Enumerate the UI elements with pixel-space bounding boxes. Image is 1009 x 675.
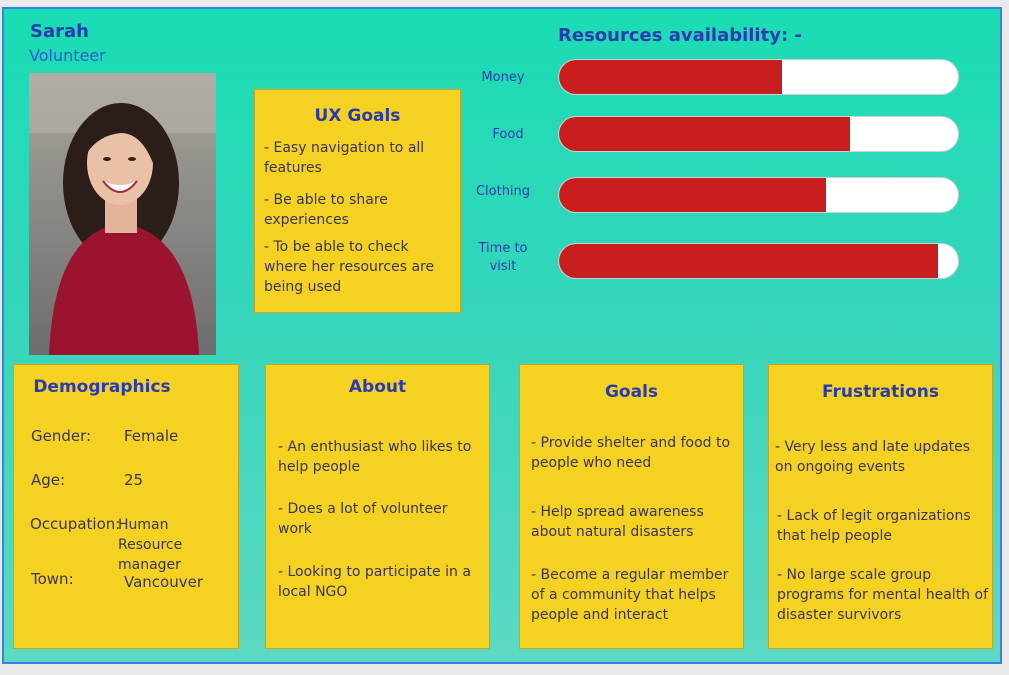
ux-goal-item: - Easy navigation to all features (264, 140, 425, 176)
resource-label-clothing: Clothing (475, 184, 531, 199)
frustrations-card: Frustrations - Very less and late update… (768, 364, 993, 649)
goals-card: Goals - Provide shelter and food to peop… (519, 364, 744, 649)
ux-goals-title: UX Goals (314, 106, 401, 126)
portrait-image (29, 73, 216, 355)
persona-board: Sarah Volunteer UX Goals - Easy navigati… (2, 7, 1002, 664)
resource-fill (559, 117, 851, 151)
frustration-item: - Very less and late updates on ongoing … (775, 439, 971, 475)
resource-bar-money (558, 59, 959, 95)
goals-title: Goals (604, 382, 659, 402)
frustration-item: - No large scale group programs for ment… (777, 567, 988, 623)
demo-key-gender: Gender: (31, 427, 92, 445)
resource-fill (559, 244, 939, 278)
demo-value-town: Vancouver (124, 573, 203, 591)
about-item: - Does a lot of volunteer work (278, 501, 448, 537)
resource-fill (559, 60, 783, 94)
about-item: - Looking to participate in a local NGO (278, 564, 471, 600)
resource-fill (559, 178, 827, 212)
resource-bar-clothing (558, 177, 959, 213)
about-item: - An enthusiast who likes to help people (278, 439, 472, 475)
ux-goal-item: - To be able to check where her resource… (264, 239, 435, 295)
demo-value-gender: Female (124, 427, 179, 445)
resource-bar-time-to-visit (558, 243, 959, 279)
goal-item: - Become a regular member of a community… (531, 567, 729, 623)
demo-value-occupation: Human Resource manager (118, 517, 183, 573)
demo-key-age: Age: (31, 471, 66, 489)
demographics-card: Demographics Gender: Female Age: 25 Occu… (13, 364, 239, 649)
demo-value-age: 25 (124, 471, 144, 489)
persona-name: Sarah (30, 21, 89, 42)
persona-role: Volunteer (29, 46, 106, 65)
demo-key-occupation: Occupation: (30, 515, 121, 533)
ux-goal-item: - Be able to share experiences (264, 192, 388, 228)
goal-item: - Help spread awareness about natural di… (531, 504, 704, 540)
demographics-title: Demographics (33, 377, 171, 397)
resource-label-money: Money (481, 70, 525, 85)
resource-label-time-to-visit: Time to visit (478, 241, 528, 274)
ux-goals-card: UX Goals - Easy navigation to all featur… (254, 89, 461, 313)
about-card: About - An enthusiast who likes to help … (265, 364, 490, 649)
resources-title: Resources availability: - (558, 25, 802, 46)
demo-key-town: Town: (31, 570, 74, 588)
persona-photo (29, 73, 216, 355)
about-title: About (348, 377, 407, 397)
resource-label-food: Food (492, 127, 524, 142)
frustrations-title: Frustrations (822, 382, 939, 402)
goal-item: - Provide shelter and food to people who… (531, 435, 731, 471)
frustration-item: - Lack of legit organizations that help … (777, 508, 971, 544)
resource-bar-food (558, 116, 959, 152)
